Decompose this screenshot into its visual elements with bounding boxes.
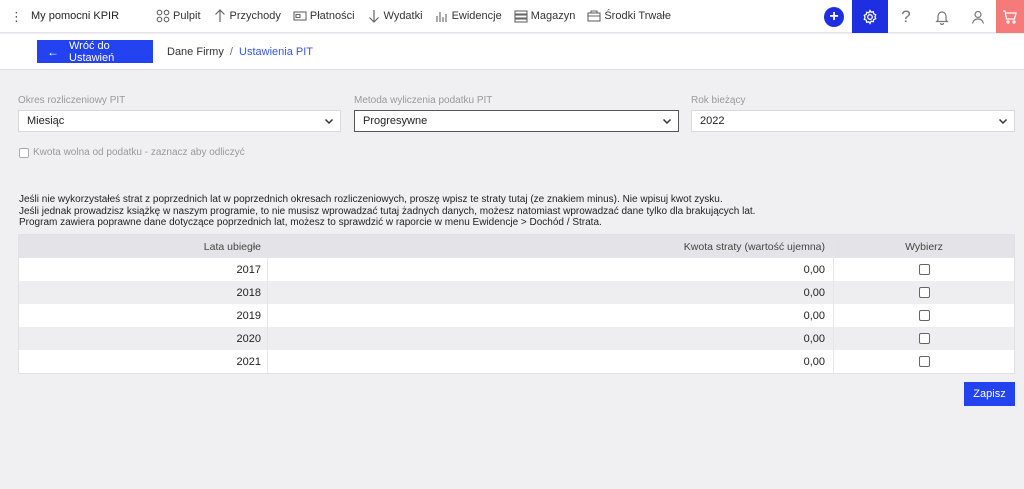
- help-icon: ?: [901, 6, 911, 26]
- breadcrumb-current: Ustawienia PIT: [239, 46, 314, 58]
- bell-icon: [935, 10, 949, 25]
- row-select-cell: [833, 304, 1014, 327]
- period-select[interactable]: Miesiąc: [18, 110, 341, 132]
- nav-label: Płatności: [309, 10, 355, 22]
- cart-icon: [1003, 9, 1017, 24]
- help-button[interactable]: ?: [888, 0, 924, 33]
- nav-label: Ewidencje: [451, 10, 502, 22]
- row-year: 2021: [236, 355, 261, 368]
- nav-item-przychody[interactable]: Przychody: [207, 0, 287, 33]
- period-value: Miesiąc: [27, 115, 65, 127]
- row-year: 2019: [236, 309, 261, 322]
- sub-header: ← Wróć do Ustawień Dane Firmy / Ustawien…: [0, 34, 1024, 70]
- nav-label: Magazyn: [530, 10, 576, 22]
- building-icon: [587, 9, 601, 23]
- info-line-2: Jeśli jednak prowadzisz książkę w naszym…: [19, 205, 756, 217]
- table-header: Lata ubiegłe Kwota straty (wartość ujemn…: [19, 235, 1014, 258]
- year-label: Rok bieżący: [691, 95, 746, 106]
- nav-label: Środki Trwałe: [604, 10, 671, 22]
- notifications-button[interactable]: [924, 0, 960, 33]
- header-loss: Kwota straty (wartość ujemna): [683, 240, 825, 253]
- info-line-3: Program zawiera poprawne dane dotyczące …: [19, 217, 602, 228]
- wallet-icon: [293, 9, 307, 23]
- nav-item-wydatki[interactable]: Wydatki: [361, 0, 429, 33]
- row-select-cell: [833, 327, 1014, 350]
- year-select[interactable]: 2022: [691, 110, 1015, 132]
- back-to-settings-button[interactable]: ← Wróć do Ustawień: [37, 39, 153, 64]
- nav-label: Pulpit: [173, 10, 201, 22]
- app-brand[interactable]: ⋮ My pomocni KPIR: [0, 0, 150, 33]
- chevron-down-icon: [998, 118, 1008, 125]
- chevron-down-icon: [324, 118, 334, 125]
- losses-table: Lata ubiegłe Kwota straty (wartość ujemn…: [18, 234, 1015, 374]
- app-title: My pomocni KPIR: [31, 10, 120, 22]
- settings-button[interactable]: [852, 0, 888, 33]
- row-year: 2017: [236, 263, 261, 276]
- top-navbar: ⋮ My pomocni KPIR Pulpit Przychody Płatn…: [0, 0, 1024, 33]
- row-loss[interactable]: 0,00: [267, 258, 833, 281]
- gear-icon: [863, 8, 877, 25]
- free-amount-option: Kwota wolna od podatku - zaznacz aby odl…: [19, 147, 245, 158]
- row-checkbox[interactable]: [918, 264, 930, 275]
- row-checkbox[interactable]: [918, 310, 930, 321]
- breadcrumb: Dane Firmy / Ustawienia PIT: [167, 46, 313, 58]
- header-years: Lata ubiegłe: [203, 240, 261, 253]
- main-nav: Pulpit Przychody Płatności Wydatki Ewide…: [150, 0, 677, 33]
- toolbar-right: + ?: [816, 0, 1024, 33]
- nav-item-ewidencje[interactable]: Ewidencje: [429, 0, 508, 33]
- row-checkbox[interactable]: [918, 333, 930, 344]
- table-row: 2021 0,00: [19, 350, 1014, 373]
- row-checkbox[interactable]: [918, 356, 930, 367]
- nav-item-platnosci[interactable]: Płatności: [287, 0, 361, 33]
- back-button-label: Wróć do Ustawień: [69, 39, 115, 64]
- table-row: 2020 0,00: [19, 327, 1014, 350]
- add-button[interactable]: +: [816, 0, 852, 33]
- info-line-1: Jeśli nie wykorzystałeś strat z poprzedn…: [19, 194, 723, 205]
- row-loss[interactable]: 0,00: [267, 327, 833, 350]
- nav-label: Przychody: [229, 10, 281, 22]
- row-loss[interactable]: 0,00: [267, 304, 833, 327]
- method-select[interactable]: Progresywne: [354, 110, 679, 132]
- row-year: 2020: [236, 332, 261, 345]
- row-loss[interactable]: 0,00: [267, 281, 833, 304]
- nav-label: Wydatki: [383, 10, 423, 22]
- nav-item-pulpit[interactable]: Pulpit: [150, 0, 207, 33]
- cart-button[interactable]: [996, 0, 1024, 33]
- table-row: 2019 0,00: [19, 304, 1014, 327]
- chevron-down-icon: [662, 118, 672, 125]
- header-select: Wybierz: [833, 235, 1014, 258]
- row-select-cell: [833, 281, 1014, 304]
- user-icon: [971, 10, 985, 24]
- arrow-left-icon: ←: [47, 44, 59, 59]
- arrow-down-icon: [367, 9, 381, 23]
- free-amount-label: Kwota wolna od podatku - zaznacz aby odl…: [33, 147, 245, 158]
- info-text: Jeśli nie wykorzystałeś strat z poprzedn…: [19, 194, 755, 229]
- period-label: Okres rozliczeniowy PIT: [18, 95, 126, 106]
- bar-chart-icon: [435, 9, 449, 23]
- table-row: 2017 0,00: [19, 258, 1014, 281]
- breadcrumb-separator: /: [229, 46, 233, 58]
- table-row: 2018 0,00: [19, 281, 1014, 304]
- method-value: Progresywne: [363, 115, 428, 127]
- grid-icon: [156, 9, 170, 23]
- row-select-cell: [833, 350, 1014, 373]
- nav-item-magazyn[interactable]: Magazyn: [508, 0, 582, 33]
- save-button[interactable]: Zapisz: [964, 382, 1015, 406]
- nav-item-srodki-trwale[interactable]: Środki Trwałe: [581, 0, 677, 33]
- plus-icon: +: [824, 6, 844, 27]
- breadcrumb-parent[interactable]: Dane Firmy: [167, 46, 224, 58]
- row-loss[interactable]: 0,00: [267, 350, 833, 373]
- year-value: 2022: [700, 115, 725, 127]
- arrow-up-icon: [213, 9, 227, 23]
- row-checkbox[interactable]: [918, 287, 930, 298]
- menu-dots-icon[interactable]: ⋮: [10, 10, 23, 23]
- warehouse-icon: [514, 9, 528, 23]
- user-button[interactable]: [960, 0, 996, 33]
- free-amount-checkbox[interactable]: [19, 147, 29, 158]
- row-year: 2018: [236, 286, 261, 299]
- row-select-cell: [833, 258, 1014, 281]
- method-label: Metoda wyliczenia podatku PIT: [354, 95, 493, 106]
